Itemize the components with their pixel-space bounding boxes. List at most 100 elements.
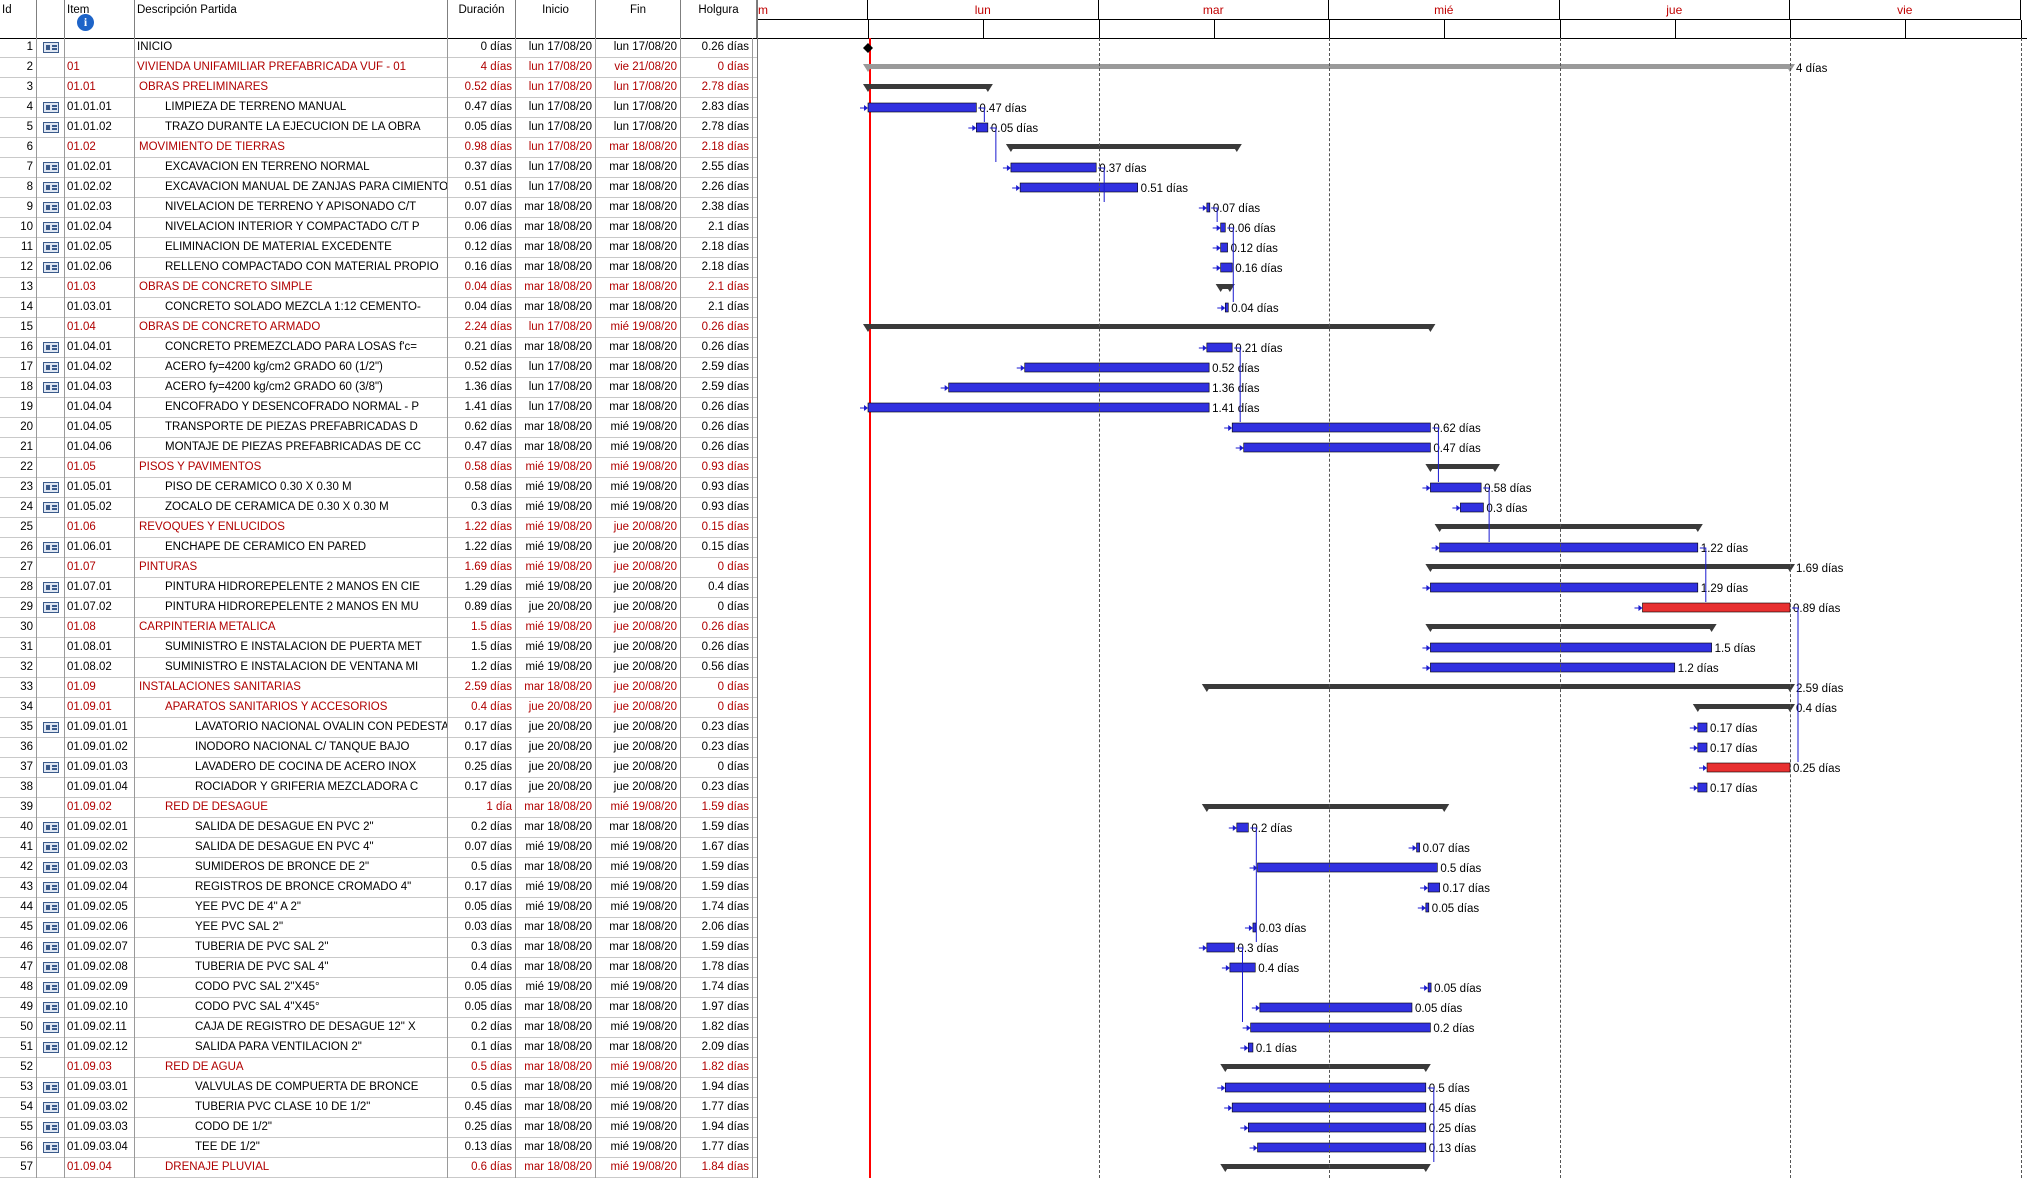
note-icon[interactable] — [43, 722, 59, 733]
note-icon[interactable] — [43, 1022, 59, 1033]
note-icon[interactable] — [43, 482, 59, 493]
table-row[interactable]: 22 01.05 PISOS Y PAVIMENTOS 0.58 días mié 19… — [0, 458, 757, 478]
table-row[interactable]: 29 01.07.02 PINTURA HIDROREPELENTE 2 MANOS… — [0, 598, 757, 618]
table-row[interactable]: 50 01.09.02.11 CAJA DE REGISTRO DE DESAGUE… — [0, 1018, 757, 1038]
table-row[interactable]: 56 01.09.03.04 TEE DE 1/2" 0.13 días mar 18/… — [0, 1138, 757, 1158]
table-row[interactable]: 30 01.08 CARPINTERIA METALICA 1.5 días mié 1… — [0, 618, 757, 638]
gantt-chart[interactable]: m lun mar mié jue vie 4 días 0.47 días 0.05 día… — [758, 0, 2027, 1178]
note-icon[interactable] — [43, 762, 59, 773]
table-row[interactable]: 41 01.09.02.02 SALIDA DE DESAGUE EN PVC 4"… — [0, 838, 757, 858]
col-header-start[interactable]: Inicio — [516, 0, 596, 38]
note-icon[interactable] — [43, 1042, 59, 1053]
table-row[interactable]: 51 01.09.02.12 SALIDA PARA VENTILACION 2" 0… — [0, 1038, 757, 1058]
table-row[interactable]: 28 01.07.01 PINTURA HIDROREPELENTE 2 MANOS… — [0, 578, 757, 598]
table-row[interactable]: 13 01.03 OBRAS DE CONCRETO SIMPLE 0.04 días… — [0, 278, 757, 298]
note-icon[interactable] — [43, 1102, 59, 1113]
note-icon[interactable] — [43, 122, 59, 133]
table-row[interactable]: 34 01.09.01 APARATOS SANITARIOS Y ACCESORI… — [0, 698, 757, 718]
table-row[interactable]: 9 01.02.03 NIVELACION DE TERRENO Y APISONA… — [0, 198, 757, 218]
note-icon[interactable] — [43, 162, 59, 173]
table-row[interactable]: 20 01.04.05 TRANSPORTE DE PIEZAS PREFABRIC… — [0, 418, 757, 438]
table-row[interactable]: 14 01.03.01 CONCRETO SOLADO MEZCLA 1:12 CE… — [0, 298, 757, 318]
table-row[interactable]: 3 01.01 OBRAS PRELIMINARES 0.52 días lun 17/… — [0, 78, 757, 98]
note-icon[interactable] — [43, 862, 59, 873]
note-icon[interactable] — [43, 202, 59, 213]
note-icon[interactable] — [43, 262, 59, 273]
table-row[interactable]: 49 01.09.02.10 CODO PVC SAL 4"X45° 0.05 día… — [0, 998, 757, 1018]
note-icon[interactable] — [43, 382, 59, 393]
table-row[interactable]: 38 01.09.01.04 ROCIADOR Y GRIFERIA MEZCLAD… — [0, 778, 757, 798]
table-row[interactable]: 40 01.09.02.01 SALIDA DE DESAGUE EN PVC 2"… — [0, 818, 757, 838]
table-row[interactable]: 10 01.02.04 NIVELACION INTERIOR Y COMPACTA… — [0, 218, 757, 238]
table-row[interactable]: 25 01.06 REVOQUES Y ENLUCIDOS 1.22 días mié … — [0, 518, 757, 538]
table-row[interactable]: 33 01.09 INSTALACIONES SANITARIAS 2.59 días… — [0, 678, 757, 698]
table-row[interactable]: 17 01.04.02 ACERO fy=4200 kg/cm2 GRADO 60 … — [0, 358, 757, 378]
table-row[interactable]: 1 INICIO 0 días lun 17/08/20 lun 17/08/20 0.2… — [0, 38, 757, 58]
note-icon[interactable] — [43, 1002, 59, 1013]
note-icon[interactable] — [43, 902, 59, 913]
table-row[interactable]: 12 01.02.06 RELLENO COMPACTADO CON MATERIA… — [0, 258, 757, 278]
table-row[interactable]: 5 01.01.02 TRAZO DURANTE LA EJECUCION DE L… — [0, 118, 757, 138]
note-icon[interactable] — [43, 42, 59, 53]
table-row[interactable]: 39 01.09.02 RED DE DESAGUE 1 día mar 18/08/2… — [0, 798, 757, 818]
table-row[interactable]: 45 01.09.02.06 YEE PVC SAL 2" 0.03 días mar … — [0, 918, 757, 938]
note-icon[interactable] — [43, 822, 59, 833]
table-row[interactable]: 21 01.04.06 MONTAJE DE PIEZAS PREFABRICADA… — [0, 438, 757, 458]
table-row[interactable]: 55 01.09.03.03 CODO DE 1/2" 0.25 días mar 18… — [0, 1118, 757, 1138]
table-row[interactable]: 47 01.09.02.08 TUBERIA DE PVC SAL 4" 0.4 dí… — [0, 958, 757, 978]
note-icon[interactable] — [43, 222, 59, 233]
table-row[interactable]: 36 01.09.01.02 INODORO NACIONAL C/ TANQUE … — [0, 738, 757, 758]
table-row[interactable]: 43 01.09.02.04 REGISTROS DE BRONCE CROMADO… — [0, 878, 757, 898]
col-header-description[interactable]: Descripción Partida — [135, 0, 448, 38]
table-row[interactable]: 4 01.01.01 LIMPIEZA DE TERRENO MANUAL 0.47 … — [0, 98, 757, 118]
table-row[interactable]: 42 01.09.02.03 SUMIDEROS DE BRONCE DE 2" 0.… — [0, 858, 757, 878]
col-header-duration[interactable]: Duración — [448, 0, 516, 38]
table-row[interactable]: 19 01.04.04 ENCOFRADO Y DESENCOFRADO NORMA… — [0, 398, 757, 418]
col-header-id[interactable]: Id — [0, 0, 37, 38]
col-header-slack[interactable]: Holgura — [681, 0, 757, 38]
table-row[interactable]: 8 01.02.02 EXCAVACION MANUAL DE ZANJAS PAR… — [0, 178, 757, 198]
note-icon[interactable] — [43, 602, 59, 613]
table-row[interactable]: 52 01.09.03 RED DE AGUA 0.5 días mar 18/08/2… — [0, 1058, 757, 1078]
note-icon[interactable] — [43, 182, 59, 193]
table-row[interactable]: 53 01.09.03.01 VALVULAS DE COMPUERTA DE BR… — [0, 1078, 757, 1098]
table-row[interactable]: 24 01.05.02 ZOCALO DE CERAMICA DE 0.30 X 0… — [0, 498, 757, 518]
table-row[interactable]: 18 01.04.03 ACERO fy=4200 kg/cm2 GRADO 60 … — [0, 378, 757, 398]
note-icon[interactable] — [43, 922, 59, 933]
note-icon[interactable] — [43, 942, 59, 953]
note-icon[interactable] — [43, 882, 59, 893]
table-row[interactable]: 7 01.02.01 EXCAVACION EN TERRENO NORMAL 0.3… — [0, 158, 757, 178]
table-row[interactable]: 54 01.09.03.02 TUBERIA PVC CLASE 10 DE 1/2… — [0, 1098, 757, 1118]
note-icon[interactable] — [43, 962, 59, 973]
table-row[interactable]: 57 01.09.04 DRENAJE PLUVIAL 0.6 días mar 18/… — [0, 1158, 757, 1178]
table-row[interactable]: 37 01.09.01.03 LAVADERO DE COCINA DE ACERO… — [0, 758, 757, 778]
col-header-finish[interactable]: Fin — [596, 0, 681, 38]
table-row[interactable]: 26 01.06.01 ENCHAPE DE CERAMICO EN PARED 1.… — [0, 538, 757, 558]
note-icon[interactable] — [43, 1142, 59, 1153]
note-icon[interactable] — [43, 582, 59, 593]
note-icon[interactable] — [43, 362, 59, 373]
note-icon[interactable] — [43, 982, 59, 993]
table-row[interactable]: 16 01.04.01 CONCRETO PREMEZCLADO PARA LOSA… — [0, 338, 757, 358]
table-row[interactable]: 48 01.09.02.09 CODO PVC SAL 2"X45° 0.05 día… — [0, 978, 757, 998]
col-header-indicators[interactable]: i — [37, 0, 94, 38]
table-row[interactable]: 6 01.02 MOVIMIENTO DE TIERRAS 0.98 días lun … — [0, 138, 757, 158]
table-row[interactable]: 2 01 VIVIENDA UNIFAMILIAR PREFABRICADA VUF… — [0, 58, 757, 78]
table-row[interactable]: 15 01.04 OBRAS DE CONCRETO ARMADO 2.24 días… — [0, 318, 757, 338]
table-row[interactable]: 11 01.02.05 ELIMINACION DE MATERIAL EXCEDE… — [0, 238, 757, 258]
note-icon[interactable] — [43, 1082, 59, 1093]
table-row[interactable]: 46 01.09.02.07 TUBERIA DE PVC SAL 2" 0.3 dí… — [0, 938, 757, 958]
note-icon[interactable] — [43, 102, 59, 113]
note-icon[interactable] — [43, 502, 59, 513]
table-row[interactable]: 31 01.08.01 SUMINISTRO E INSTALACION DE PU… — [0, 638, 757, 658]
note-icon[interactable] — [43, 542, 59, 553]
col-header-item[interactable]: Item — [65, 0, 135, 38]
note-icon[interactable] — [43, 1122, 59, 1133]
note-icon[interactable] — [43, 242, 59, 253]
table-row[interactable]: 23 01.05.01 PISO DE CERAMICO 0.30 X 0.30 M… — [0, 478, 757, 498]
note-icon[interactable] — [43, 842, 59, 853]
table-row[interactable]: 32 01.08.02 SUMINISTRO E INSTALACION DE VE… — [0, 658, 757, 678]
table-row[interactable]: 35 01.09.01.01 LAVATORIO NACIONAL OVALIN C… — [0, 718, 757, 738]
note-icon[interactable] — [43, 342, 59, 353]
table-row[interactable]: 27 01.07 PINTURAS 1.69 días mié 19/08/20 jue … — [0, 558, 757, 578]
